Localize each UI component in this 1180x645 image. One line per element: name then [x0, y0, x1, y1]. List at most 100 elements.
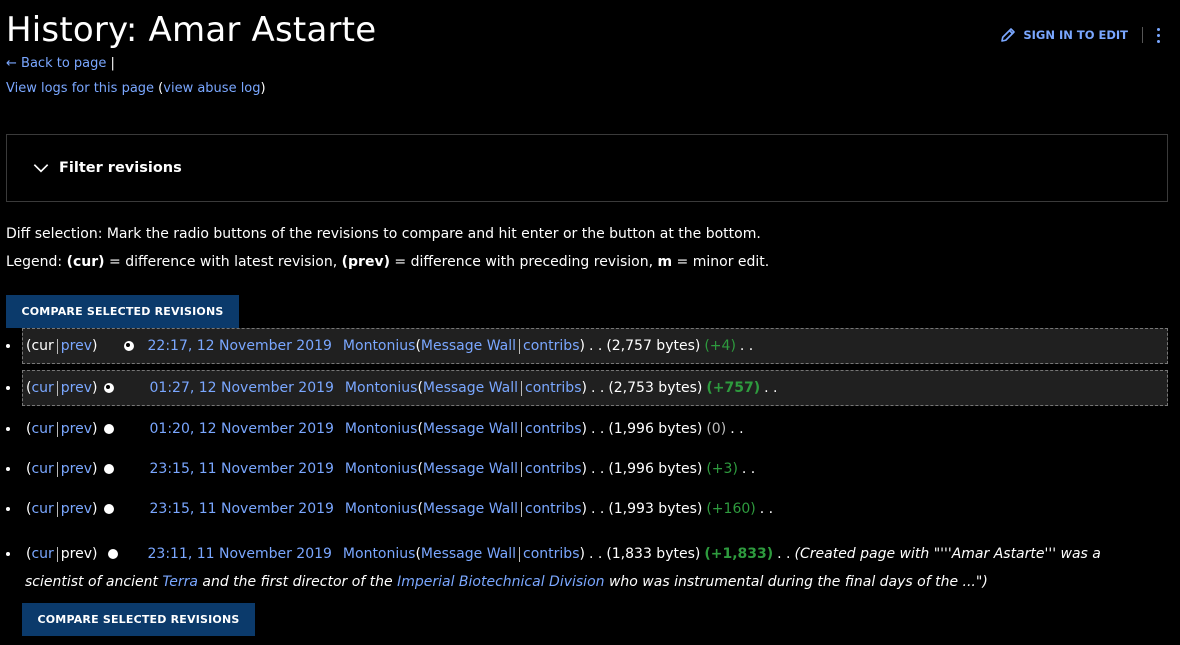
cur-link[interactable]: cur: [31, 421, 53, 437]
legend-prev-desc: = difference with preceding revision,: [389, 254, 658, 270]
revision-date-link[interactable]: 01:20, 12 November 2019: [150, 421, 334, 437]
revision-date-link[interactable]: 23:15, 11 November 2019: [150, 501, 334, 517]
user-link[interactable]: Montonius: [345, 380, 418, 396]
contribs-link[interactable]: contribs: [525, 421, 581, 437]
view-abuse-log-link[interactable]: view abuse log: [163, 81, 260, 96]
cur-link[interactable]: cur: [31, 461, 53, 477]
message-wall-link[interactable]: Message Wall: [421, 338, 516, 354]
paren: ): [92, 421, 98, 437]
revision-line: (cur prev) 23:11, 11 November 2019 Monton…: [26, 540, 1101, 568]
contribs-link[interactable]: contribs: [525, 461, 581, 477]
summary-text: and the first director of the: [197, 574, 398, 590]
paren: ): [579, 546, 585, 562]
paren: ): [92, 338, 98, 354]
message-wall-link[interactable]: Message Wall: [423, 421, 518, 437]
revision-row: (cur prev) 22:17, 12 November 2019 Montoniu…: [0, 328, 1180, 364]
diff-info: Diff selection: Mark the radio buttons o…: [6, 220, 769, 276]
message-wall-link[interactable]: Message Wall: [421, 540, 516, 568]
user-link[interactable]: Montonius: [343, 540, 416, 568]
edit-summary: (Created page with "'''Amar Astarte''' w…: [794, 546, 1101, 562]
revision-delta: (+160): [706, 501, 756, 517]
paren: ): [581, 501, 587, 517]
legend-text: Legend: (cur) = difference with latest r…: [6, 248, 769, 276]
bullet: [6, 386, 10, 390]
revision-radio[interactable]: [103, 424, 114, 434]
revision-size: (1,993 bytes): [608, 501, 703, 517]
dots: . .: [590, 501, 605, 517]
top-actions: SIGN IN TO EDIT: [999, 26, 1160, 44]
revision-radio[interactable]: [123, 341, 134, 351]
prev-link[interactable]: prev: [61, 501, 92, 517]
cur-text: cur: [31, 338, 54, 354]
revision-date-link[interactable]: 23:11, 11 November 2019: [148, 540, 332, 568]
cur-link[interactable]: cur: [31, 380, 53, 396]
view-logs-link[interactable]: View logs for this page: [6, 81, 154, 96]
revision-date-link[interactable]: 23:15, 11 November 2019: [150, 461, 334, 477]
message-wall-link[interactable]: Message Wall: [423, 380, 518, 396]
divider: [1142, 27, 1143, 43]
revision-size: (1,833 bytes): [606, 546, 701, 562]
revision-radio[interactable]: [107, 549, 118, 559]
pipe: [519, 338, 521, 354]
revision-line: (cur prev) 23:15, 11 November 2019 Montoniu…: [26, 459, 759, 479]
dots: . .: [730, 421, 744, 437]
message-wall-link[interactable]: Message Wall: [423, 461, 518, 477]
bullet: [6, 467, 10, 471]
prev-link[interactable]: prev: [61, 461, 92, 477]
revision-delta: (+4): [704, 338, 736, 354]
paren: ): [92, 546, 98, 562]
revision-radio[interactable]: [103, 383, 114, 393]
revision-row: (cur prev) 23:15, 11 November 2019 Montoniu…: [0, 459, 1180, 479]
prev-link[interactable]: prev: [61, 338, 92, 354]
legend-cur-desc: = difference with latest revision,: [104, 254, 342, 270]
revision-delta: (+3): [706, 461, 738, 477]
cur-link[interactable]: cur: [31, 540, 53, 568]
revision-line: (cur prev) 22:17, 12 November 2019 Montoniu…: [26, 336, 757, 356]
dots: . .: [590, 421, 605, 437]
bullet: [6, 507, 10, 511]
back-to-page-link[interactable]: ← Back to page: [6, 56, 111, 71]
prev-text: prev: [60, 546, 93, 562]
contribs-link[interactable]: contribs: [525, 501, 581, 517]
filter-revisions-toggle[interactable]: Filter revisions: [6, 134, 1168, 202]
user-link[interactable]: Montonius: [345, 461, 418, 477]
pipe: [56, 338, 58, 354]
more-options-icon[interactable]: [1157, 27, 1160, 43]
pipe: [56, 421, 58, 437]
revision-date-link[interactable]: 01:27, 12 November 2019: [150, 380, 334, 396]
compare-selected-button-top[interactable]: COMPARE SELECTED REVISIONS: [6, 295, 239, 328]
revision-radio[interactable]: [103, 464, 114, 474]
logs-line: View logs for this page (view abuse log): [6, 81, 266, 96]
contribs-link[interactable]: contribs: [525, 380, 581, 396]
terra-link[interactable]: Terra: [162, 574, 198, 590]
sign-in-to-edit-button[interactable]: SIGN IN TO EDIT: [999, 26, 1128, 44]
cur-link[interactable]: cur: [31, 501, 53, 517]
legend-prefix: Legend:: [6, 254, 67, 270]
compare-selected-button-bottom[interactable]: COMPARE SELECTED REVISIONS: [22, 603, 255, 636]
revision-row: (cur prev) 23:15, 11 November 2019 Montoniu…: [0, 499, 1180, 519]
paren: ): [92, 461, 98, 477]
contribs-link[interactable]: contribs: [523, 540, 579, 568]
legend-cur: (cur): [66, 254, 105, 270]
user-link[interactable]: Montonius: [345, 501, 418, 517]
prev-link[interactable]: prev: [61, 421, 92, 437]
dots: . .: [777, 546, 791, 562]
paren-close: ): [260, 81, 266, 96]
message-wall-link[interactable]: Message Wall: [423, 501, 518, 517]
separator: |: [110, 56, 115, 71]
pipe: [56, 501, 58, 517]
revision-date-link[interactable]: 22:17, 12 November 2019: [148, 338, 332, 354]
page-title: History: Amar Astarte: [6, 10, 377, 50]
dots: . .: [764, 380, 778, 396]
user-link[interactable]: Montonius: [345, 421, 418, 437]
paren: ): [581, 421, 587, 437]
imperial-biotechnical-division-link[interactable]: Imperial Biotechnical Division: [397, 574, 604, 590]
revision-radio[interactable]: [103, 504, 114, 514]
arrow-left-icon: ←: [6, 56, 17, 71]
user-link[interactable]: Montonius: [343, 338, 416, 354]
pencil-icon: [1001, 28, 1016, 42]
paren: ): [581, 380, 587, 396]
prev-link[interactable]: prev: [61, 380, 92, 396]
contribs-link[interactable]: contribs: [523, 338, 579, 354]
revision-row: (cur prev) 01:20, 12 November 2019 Montoniu…: [0, 419, 1180, 439]
